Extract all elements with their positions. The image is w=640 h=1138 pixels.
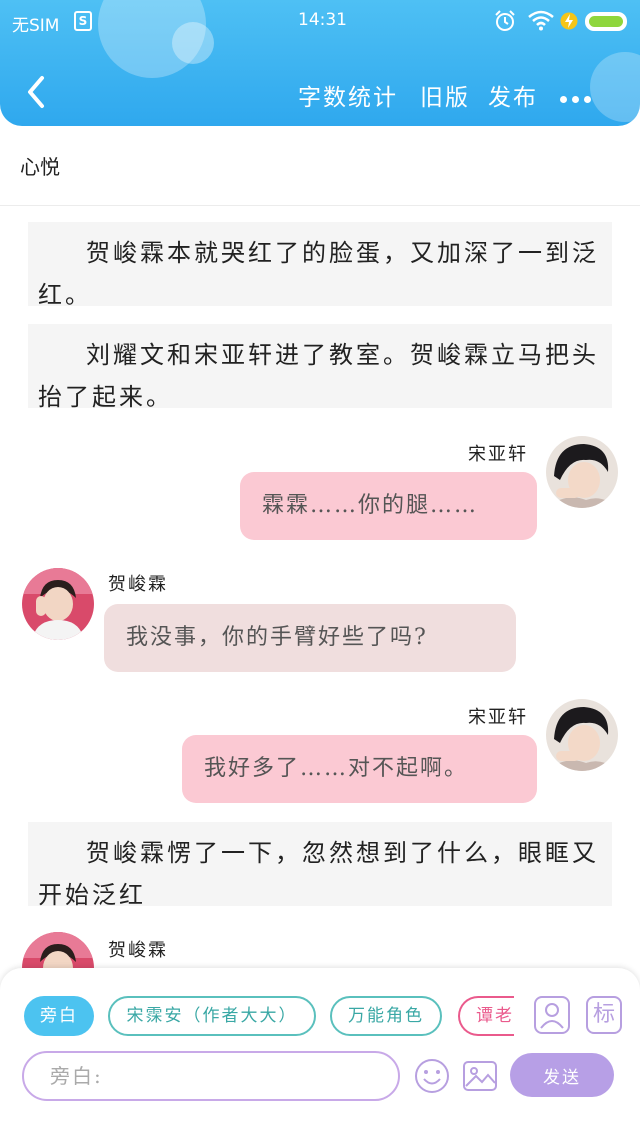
alarm-icon bbox=[495, 10, 515, 31]
chat-bubble[interactable]: 霖霖……你的腿…… bbox=[240, 472, 537, 540]
wifi-icon bbox=[528, 10, 554, 31]
charging-icon bbox=[560, 12, 578, 30]
emoji-icon[interactable] bbox=[414, 1058, 450, 1094]
narration-block[interactable]: 贺峻霖本就哭红了的脸蛋，又加深了一到泛红。 bbox=[28, 222, 612, 309]
send-button[interactable]: 发送 bbox=[510, 1053, 614, 1097]
role-chip-universal[interactable]: 万能角色 bbox=[330, 996, 442, 1036]
message-input[interactable] bbox=[22, 1051, 400, 1101]
publish-button[interactable]: 发布 bbox=[488, 78, 538, 112]
speaker-name: 贺峻霖 bbox=[108, 940, 168, 961]
chat-bubble[interactable]: 我没事，你的手臂好些了吗? bbox=[104, 604, 516, 672]
avatar-image bbox=[546, 436, 618, 508]
avatar-image bbox=[546, 699, 618, 771]
role-chip-partial[interactable]: 谭老 bbox=[458, 996, 514, 1036]
avatar[interactable] bbox=[22, 568, 94, 640]
avatar[interactable] bbox=[546, 436, 618, 508]
character-manage-icon[interactable] bbox=[534, 996, 570, 1034]
old-version-button[interactable]: 旧版 bbox=[420, 78, 470, 112]
battery-icon bbox=[585, 12, 627, 31]
back-chevron-icon[interactable] bbox=[20, 72, 52, 112]
carrier-label: 无SIM bbox=[12, 16, 60, 36]
role-chip-author[interactable]: 宋霂安（作者大大） bbox=[108, 996, 316, 1036]
top-header: 无SIM S 14:31 字数统计 旧版 发布 bbox=[0, 0, 640, 126]
status-bar: 无SIM S 14:31 bbox=[0, 0, 640, 44]
composer-panel: 旁白 宋霂安（作者大大） 万能角色 谭老 标 发送 bbox=[0, 968, 640, 1138]
avatar[interactable] bbox=[546, 699, 618, 771]
narration-block[interactable]: 贺峻霖愣了一下，忽然想到了什么，眼眶又开始泛红 bbox=[28, 822, 612, 909]
more-dots-icon[interactable] bbox=[560, 88, 600, 103]
role-chip-narrator[interactable]: 旁白 bbox=[24, 996, 94, 1036]
sim-app-icon: S bbox=[74, 11, 92, 31]
decor-bubble bbox=[590, 52, 640, 122]
chat-bubble[interactable]: 我好多了……对不起啊。 bbox=[182, 735, 537, 803]
speaker-name: 贺峻霖 bbox=[108, 574, 168, 595]
speaker-name: 宋亚轩 bbox=[468, 444, 528, 465]
clock: 14:31 bbox=[298, 10, 347, 30]
narration-block[interactable]: 刘耀文和宋亚轩进了教室。贺峻霖立马把头抬了起来。 bbox=[28, 324, 612, 411]
word-count-button[interactable]: 字数统计 bbox=[298, 78, 398, 112]
story-title-row: 心悦 bbox=[0, 126, 640, 206]
avatar-image bbox=[22, 568, 94, 640]
speaker-name: 宋亚轩 bbox=[468, 707, 528, 728]
tag-button[interactable]: 标 bbox=[586, 996, 622, 1034]
story-title[interactable]: 心悦 bbox=[20, 151, 60, 180]
image-icon[interactable] bbox=[462, 1058, 498, 1094]
